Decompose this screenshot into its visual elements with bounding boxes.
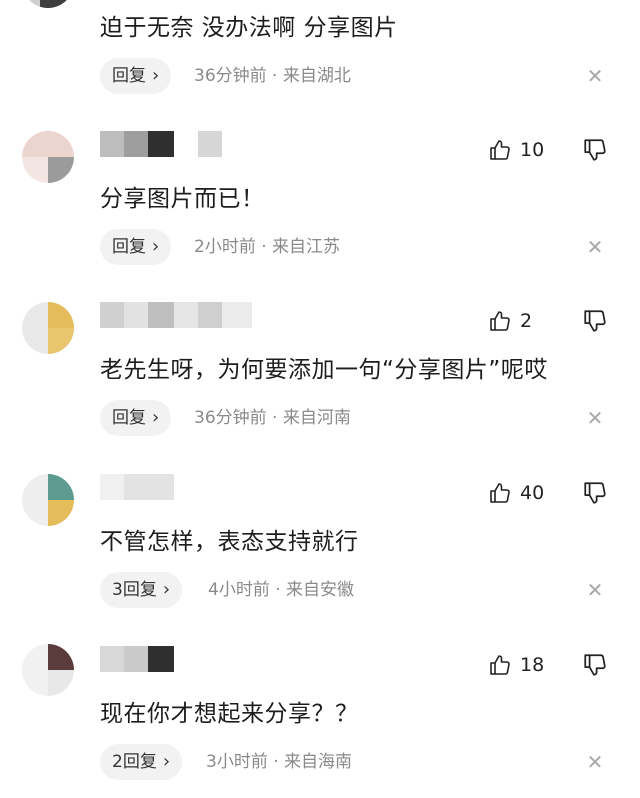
comment-meta: 2小时前 · 来自江苏: [194, 237, 341, 257]
like-count: 40: [520, 482, 545, 504]
thumbs-up-icon: [488, 653, 512, 677]
comment-text: 老先生呀，为何要添加一句“分享图片”呢哎: [100, 357, 548, 383]
comment-meta: 36分钟前 · 来自湖北: [194, 66, 351, 86]
chevron-right-icon: ›: [162, 751, 171, 772]
avatar[interactable]: [22, 474, 74, 526]
avatar[interactable]: [22, 302, 74, 354]
reply-button[interactable]: 2回复 ›: [100, 744, 183, 780]
comment-text: 分享图片而已！: [100, 186, 265, 212]
comment-meta: 4小时前 · 来自安徽: [208, 580, 355, 600]
avatar[interactable]: [22, 644, 74, 696]
chevron-right-icon: ›: [152, 236, 160, 257]
like-button[interactable]: 18: [488, 650, 544, 680]
comment-text: 不管怎样，表态支持就行: [100, 529, 359, 555]
close-icon[interactable]: ✕: [584, 751, 606, 773]
close-icon[interactable]: ✕: [584, 407, 606, 429]
close-icon[interactable]: ✕: [584, 236, 606, 258]
reply-label: 回复: [112, 408, 146, 428]
reply-button[interactable]: 回复 ›: [100, 229, 172, 265]
chevron-right-icon: ›: [162, 579, 171, 600]
thumbs-down-icon[interactable]: [582, 652, 608, 680]
thumbs-up-icon: [488, 138, 512, 162]
like-button[interactable]: 40: [488, 478, 544, 508]
like-count: 2: [520, 310, 533, 332]
avatar[interactable]: [22, 131, 74, 183]
thumbs-up-icon: [488, 309, 512, 333]
comment-meta: 3小时前 · 来自海南: [206, 752, 353, 772]
chevron-right-icon: ›: [152, 407, 160, 428]
like-count: 10: [520, 139, 545, 161]
reply-button[interactable]: 3回复 ›: [100, 572, 183, 608]
comment-text: 迫于无奈 没办法啊 分享图片: [100, 15, 398, 41]
close-icon[interactable]: ✕: [584, 65, 606, 87]
avatar-partial[interactable]: [22, 0, 74, 8]
like-count: 18: [520, 654, 545, 676]
thumbs-up-icon: [488, 481, 512, 505]
reply-label: 3回复: [112, 580, 157, 600]
reply-label: 回复: [112, 66, 146, 86]
like-button[interactable]: 10: [488, 135, 544, 165]
comment-text: 现在你才想起来分享？？: [100, 701, 359, 727]
close-icon[interactable]: ✕: [584, 579, 606, 601]
reply-button[interactable]: 回复 ›: [100, 58, 172, 94]
reply-label: 2回复: [112, 752, 157, 772]
thumbs-down-icon[interactable]: [582, 137, 608, 165]
thumbs-down-icon[interactable]: [582, 480, 608, 508]
like-button[interactable]: 2: [488, 306, 532, 336]
comment-meta: 36分钟前 · 来自河南: [194, 408, 351, 428]
reply-label: 回复: [112, 237, 146, 257]
reply-button[interactable]: 回复 ›: [100, 400, 172, 436]
thumbs-down-icon[interactable]: [582, 308, 608, 336]
chevron-right-icon: ›: [152, 65, 160, 86]
